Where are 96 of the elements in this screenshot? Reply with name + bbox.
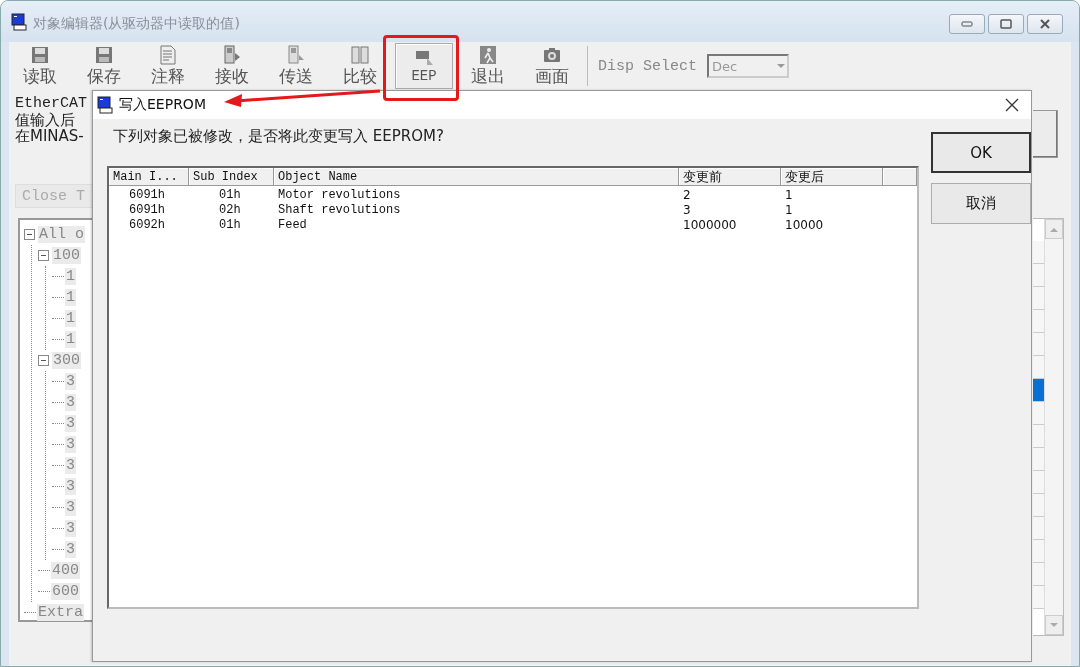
table-cell: Motor revolutions: [278, 188, 401, 202]
disp-select-label: Disp Select: [598, 57, 698, 75]
app-icon: [97, 96, 115, 114]
table-row[interactable]: [1033, 517, 1044, 540]
table-row[interactable]: [1033, 494, 1044, 517]
column-header: [883, 168, 917, 186]
disp-select-dropdown[interactable]: Dec: [707, 54, 790, 78]
table-cell: 10000: [785, 218, 824, 232]
table-cell: 1000000: [683, 218, 737, 232]
chip-icon: [414, 48, 434, 68]
toolbar-button[interactable]: 传送: [267, 43, 325, 89]
info-text: EtherCAT: [15, 96, 88, 112]
table-row[interactable]: [1033, 356, 1044, 379]
toolbar-button[interactable]: 比较: [331, 43, 389, 89]
collapse-toggle[interactable]: [24, 229, 35, 240]
column-header[interactable]: 变更后: [781, 168, 883, 186]
tree-item[interactable]: 1: [65, 331, 76, 348]
collapse-toggle[interactable]: [38, 250, 49, 261]
table-cell: 01h: [219, 218, 241, 232]
table-row[interactable]: [1033, 379, 1044, 402]
toolbar-button[interactable]: 画面: [523, 43, 581, 89]
tree-item[interactable]: 3: [65, 520, 76, 537]
tree-item[interactable]: All o: [38, 226, 85, 243]
tree-item[interactable]: 400: [51, 562, 80, 579]
toolbar-button[interactable]: 读取: [11, 43, 69, 89]
table-cell: 6091h: [129, 203, 165, 217]
table-row[interactable]: [1033, 264, 1044, 287]
tree-item[interactable]: 300: [52, 352, 81, 369]
tree-item[interactable]: 600: [51, 583, 80, 600]
dialog-button[interactable]: 取消: [931, 183, 1031, 224]
table-row[interactable]: [1033, 586, 1044, 609]
tree-item[interactable]: 1: [65, 289, 76, 306]
tree-item[interactable]: 3: [65, 478, 76, 495]
minimize-button[interactable]: [949, 13, 985, 34]
close-icon: [1039, 18, 1051, 29]
toolbar-button[interactable]: EEP: [395, 43, 453, 89]
column-header[interactable]: Object Name: [274, 168, 679, 186]
table-cell: Shaft revolutions: [278, 203, 401, 217]
table-cell: 2: [683, 188, 691, 202]
table-cell: 6091h: [129, 188, 165, 202]
table-row[interactable]: [1033, 333, 1044, 356]
tree-item[interactable]: 3: [65, 415, 76, 432]
tree-item[interactable]: 100: [52, 247, 81, 264]
table-cell: 1: [785, 203, 793, 217]
column-header[interactable]: Main I...: [109, 168, 189, 186]
tree-item[interactable]: Extra: [37, 604, 84, 621]
table-row[interactable]: [1033, 563, 1044, 586]
table-row[interactable]: [1033, 241, 1044, 264]
table-row[interactable]: [1033, 471, 1044, 494]
toolbar-button[interactable]: 退出: [459, 43, 517, 89]
tree-item[interactable]: 3: [65, 373, 76, 390]
dialog-title: 写入EEPROM: [119, 96, 206, 114]
table-row[interactable]: [1033, 540, 1044, 563]
toolbar-button[interactable]: 接收: [203, 43, 261, 89]
tree-item[interactable]: 1: [65, 268, 76, 285]
tree-item[interactable]: 3: [65, 394, 76, 411]
table-cell: 3: [683, 203, 691, 217]
dialog-message: 下列对象已被修改，是否将此变更写入 EEPROM?: [113, 127, 445, 146]
tree-item[interactable]: 3: [65, 499, 76, 516]
collapse-toggle[interactable]: [38, 355, 49, 366]
maximize-icon: [1000, 18, 1012, 29]
window-title: 对象编辑器(从驱动器中读取的值): [33, 14, 240, 33]
scroll-down-icon: [1050, 622, 1058, 628]
tree-item[interactable]: 3: [65, 436, 76, 453]
toolbar-button[interactable]: 保存: [75, 43, 133, 89]
tree-item[interactable]: 3: [65, 541, 76, 558]
maximize-button[interactable]: [988, 13, 1024, 34]
dropdown-arrow-icon: [777, 64, 786, 68]
table-row[interactable]: [1033, 287, 1044, 310]
table-cell: 02h: [219, 203, 241, 217]
close-icon[interactable]: [1003, 96, 1021, 114]
table-cell: 01h: [219, 188, 241, 202]
table-row[interactable]: [1033, 448, 1044, 471]
toolbar-button[interactable]: 注释: [139, 43, 197, 89]
dialog-button[interactable]: OK: [931, 132, 1031, 173]
scroll-up-icon: [1050, 226, 1058, 232]
minimize-icon: [961, 20, 973, 27]
table-cell: 6092h: [129, 218, 165, 232]
table-row[interactable]: [1033, 310, 1044, 333]
table-row[interactable]: [1033, 425, 1044, 448]
close-button[interactable]: [1027, 13, 1063, 34]
book-icon: [350, 44, 370, 65]
device-arrow-icon: [286, 44, 306, 65]
table-row[interactable]: [1033, 402, 1044, 425]
device-arrow-icon: [222, 44, 242, 65]
table-cell: Feed: [278, 218, 307, 232]
scrollbar[interactable]: [1044, 219, 1063, 635]
side-button[interactable]: [1033, 110, 1058, 158]
info-text: 在MINAS-: [15, 128, 85, 144]
table-cell: 1: [785, 188, 793, 202]
column-header[interactable]: Sub Index: [189, 168, 274, 186]
app-icon: [11, 12, 29, 31]
tree-item[interactable]: 3: [65, 457, 76, 474]
info-text: 值输入后: [15, 112, 76, 128]
column-header[interactable]: 变更前: [679, 168, 781, 186]
tree-item[interactable]: 1: [65, 310, 76, 327]
